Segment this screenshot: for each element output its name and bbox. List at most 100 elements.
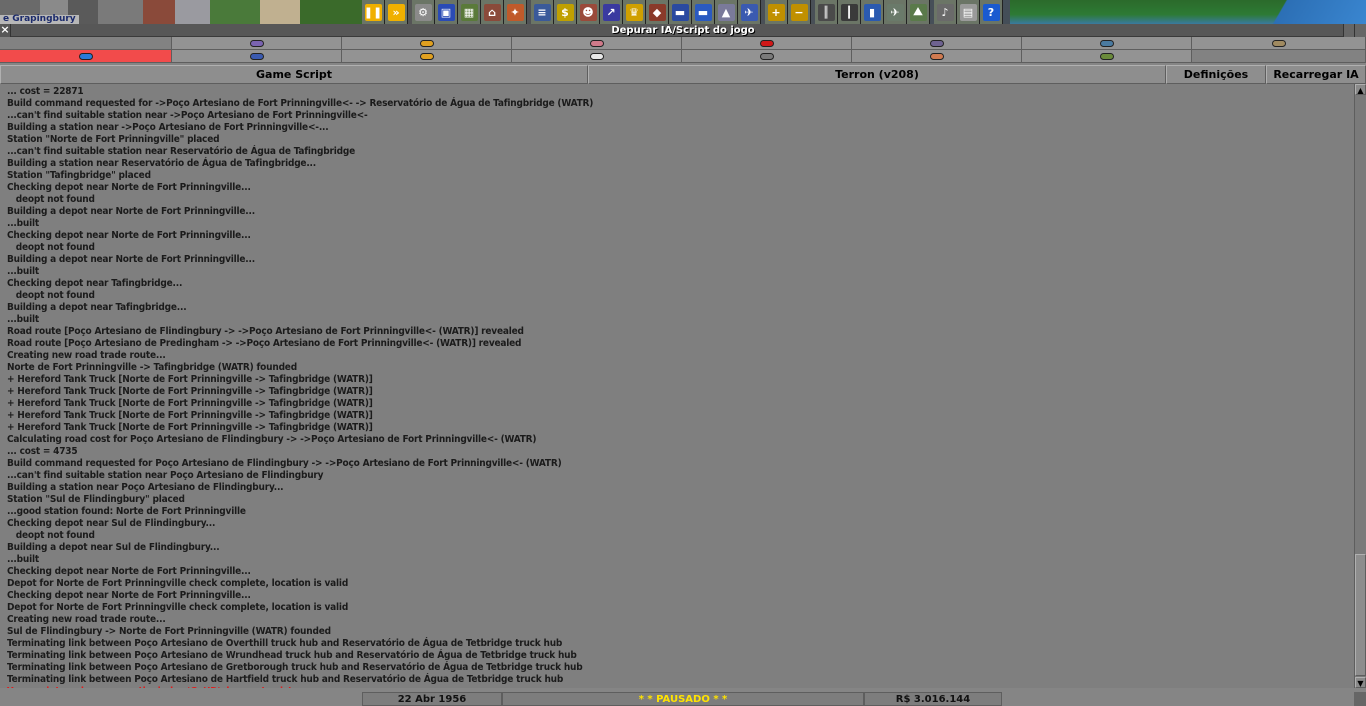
help-button[interactable]: ? bbox=[980, 0, 1003, 24]
log-line: Checking depot near Sul de Flindingbury.… bbox=[7, 518, 216, 529]
trains-button[interactable]: ▬ bbox=[669, 0, 692, 24]
ships-button[interactable]: ▲ bbox=[715, 0, 738, 24]
company-color-icon bbox=[759, 39, 774, 47]
log-line: deopt not found bbox=[7, 530, 95, 541]
map-button[interactable]: ▦ bbox=[458, 0, 481, 24]
company-button[interactable]: ☻ bbox=[577, 0, 600, 24]
script-header: Game Script Terron (v208) Definições Rec… bbox=[0, 65, 1366, 84]
settings-button[interactable]: ⚙ bbox=[412, 0, 435, 24]
company-color-icon bbox=[249, 52, 264, 60]
log-line: Checking depot near Norte de Fort Prinni… bbox=[7, 230, 251, 241]
log-line: Building a station near ->Poço Artesiano… bbox=[7, 122, 329, 133]
window-titlebar[interactable]: Depurar IA/Script do jogo × bbox=[0, 24, 1366, 37]
paused-indicator[interactable]: * * PAUSADO * * bbox=[502, 692, 864, 706]
company-button[interactable] bbox=[342, 50, 512, 63]
log-line: Creating new road trade route... bbox=[7, 350, 166, 361]
close-button[interactable]: × bbox=[0, 24, 11, 37]
log-line: Checking depot near Norte de Fort Prinni… bbox=[7, 566, 251, 577]
graphs-button[interactable]: ↗ bbox=[600, 0, 623, 24]
game-screen: e Grapingbury ❚❚» ⚙ ▣ ▦ ⌂ ✦ ≡ $ ☻ ↗ ♛ ◆ ▬ ▬ ▲ ✈ + − ║ ┃ ▮ ✈ ⛰ ♪… bbox=[0, 0, 1366, 706]
log-line: Terminating link between Poço Artesiano … bbox=[7, 650, 577, 661]
window-title: Depurar IA/Script do jogo bbox=[611, 25, 755, 36]
company-button[interactable] bbox=[852, 50, 1022, 63]
company-button[interactable] bbox=[512, 37, 682, 50]
scroll-up-icon[interactable]: ▲ bbox=[1355, 84, 1366, 95]
news-messages-icon: ▤ bbox=[959, 3, 977, 21]
pause-button[interactable]: ❚❚ bbox=[362, 0, 385, 24]
road-vehicles-button[interactable]: ▬ bbox=[692, 0, 715, 24]
aircraft-button[interactable]: ✈ bbox=[738, 0, 761, 24]
company-color-icon bbox=[589, 52, 604, 60]
company-button[interactable] bbox=[852, 37, 1022, 50]
log-line: ...built bbox=[7, 218, 39, 229]
zoom-out-icon: − bbox=[790, 3, 808, 21]
subsidies-button[interactable]: ✦ bbox=[504, 0, 527, 24]
company-button[interactable] bbox=[1022, 50, 1192, 63]
log-line: deopt not found bbox=[7, 242, 95, 253]
company-color-icon bbox=[929, 52, 944, 60]
news-messages-button[interactable]: ▤ bbox=[957, 0, 980, 24]
company-button[interactable] bbox=[0, 50, 172, 63]
build-airport-button[interactable]: ✈ bbox=[884, 0, 907, 24]
zoom-out-button[interactable]: − bbox=[788, 0, 811, 24]
pause-icon: ❚❚ bbox=[363, 3, 383, 21]
town-name-sign[interactable]: e Grapingbury bbox=[0, 15, 79, 24]
company-button[interactable] bbox=[172, 37, 342, 50]
collapse-button[interactable] bbox=[1354, 24, 1366, 37]
log-line: ... cost = 4735 bbox=[7, 446, 78, 457]
zoom-in-button[interactable]: + bbox=[765, 0, 788, 24]
landscaping-button[interactable]: ⛰ bbox=[907, 0, 930, 24]
ai-debug-window: Depurar IA/Script do jogo × Game Script … bbox=[0, 24, 1366, 706]
company-button[interactable] bbox=[172, 50, 342, 63]
reload-ai-button[interactable]: Recarregar IA bbox=[1266, 65, 1366, 84]
pin-button[interactable] bbox=[1343, 24, 1354, 37]
log-line: Build command requested for Poço Artesia… bbox=[7, 458, 562, 469]
scroll-down-icon[interactable]: ▼ bbox=[1355, 677, 1366, 688]
save-button[interactable]: ▣ bbox=[435, 0, 458, 24]
company-button[interactable] bbox=[512, 50, 682, 63]
landscaping-icon: ⛰ bbox=[909, 3, 927, 21]
town-directory-button[interactable]: ⌂ bbox=[481, 0, 504, 24]
log-line: Creating new road trade route... bbox=[7, 614, 166, 625]
company-button[interactable] bbox=[682, 37, 852, 50]
company-button[interactable] bbox=[682, 50, 852, 63]
scroll-thumb[interactable] bbox=[1355, 554, 1366, 676]
log-line: ...good station found: Norte de Fort Pri… bbox=[7, 506, 246, 517]
help-icon: ? bbox=[982, 3, 1000, 21]
build-docks-button[interactable]: ▮ bbox=[861, 0, 884, 24]
log-scrollbar[interactable]: ▲ ▼ bbox=[1354, 84, 1366, 688]
debug-log[interactable]: ... cost = 22871 Build command requested … bbox=[0, 84, 1354, 688]
game-script-button[interactable]: Game Script bbox=[0, 65, 588, 84]
log-line: Station "Tafingbridge" placed bbox=[7, 170, 151, 181]
settings-button[interactable]: Definições bbox=[1166, 65, 1266, 84]
fast-forward-button[interactable]: » bbox=[385, 0, 408, 24]
resize-handle[interactable] bbox=[1354, 692, 1366, 706]
log-line: Road route [Poço Artesiano de Flindingbu… bbox=[7, 326, 524, 337]
money-display[interactable]: R$ 3.016.144 bbox=[864, 692, 1002, 706]
company-row-1 bbox=[0, 37, 1366, 50]
log-line: + Hereford Tank Truck [Norte de Fort Pri… bbox=[7, 386, 373, 397]
build-road-icon: ┃ bbox=[840, 3, 858, 21]
league-table-button[interactable]: ♛ bbox=[623, 0, 646, 24]
toolbar-buttons: ❚❚» ⚙ ▣ ▦ ⌂ ✦ ≡ $ ☻ ↗ ♛ ◆ ▬ ▬ ▲ ✈ + − ║ ┃ ▮ ✈ ⛰ ♪ ▤? bbox=[362, 0, 1003, 24]
main-toolbar: e Grapingbury ❚❚» ⚙ ▣ ▦ ⌂ ✦ ≡ $ ☻ ↗ ♛ ◆ ▬ ▬ ▲ ✈ + − ║ ┃ ▮ ✈ ⛰ ♪… bbox=[0, 0, 1366, 24]
company-button[interactable] bbox=[1192, 37, 1366, 50]
industries-icon: ◆ bbox=[648, 3, 666, 21]
log-line: ...can't find suitable station near Poço… bbox=[7, 470, 324, 481]
company-button[interactable] bbox=[1022, 37, 1192, 50]
log-line: + Hereford Tank Truck [Norte de Fort Pri… bbox=[7, 374, 373, 385]
finances-button[interactable]: $ bbox=[554, 0, 577, 24]
company-color-icon bbox=[419, 39, 434, 47]
sound-button[interactable]: ♪ bbox=[934, 0, 957, 24]
league-table-icon: ♛ bbox=[625, 3, 643, 21]
company-button[interactable] bbox=[342, 37, 512, 50]
fast-forward-icon: » bbox=[387, 3, 405, 21]
build-road-button[interactable]: ┃ bbox=[838, 0, 861, 24]
build-airport-icon: ✈ bbox=[886, 3, 904, 21]
build-railway-button[interactable]: ║ bbox=[815, 0, 838, 24]
log-line: Depot for Norte de Fort Prinningville ch… bbox=[7, 578, 349, 589]
industries-button[interactable]: ◆ bbox=[646, 0, 669, 24]
stations-list-button[interactable]: ≡ bbox=[531, 0, 554, 24]
log-line: + Hereford Tank Truck [Norte de Fort Pri… bbox=[7, 398, 373, 409]
viewport-coast bbox=[1010, 0, 1366, 24]
